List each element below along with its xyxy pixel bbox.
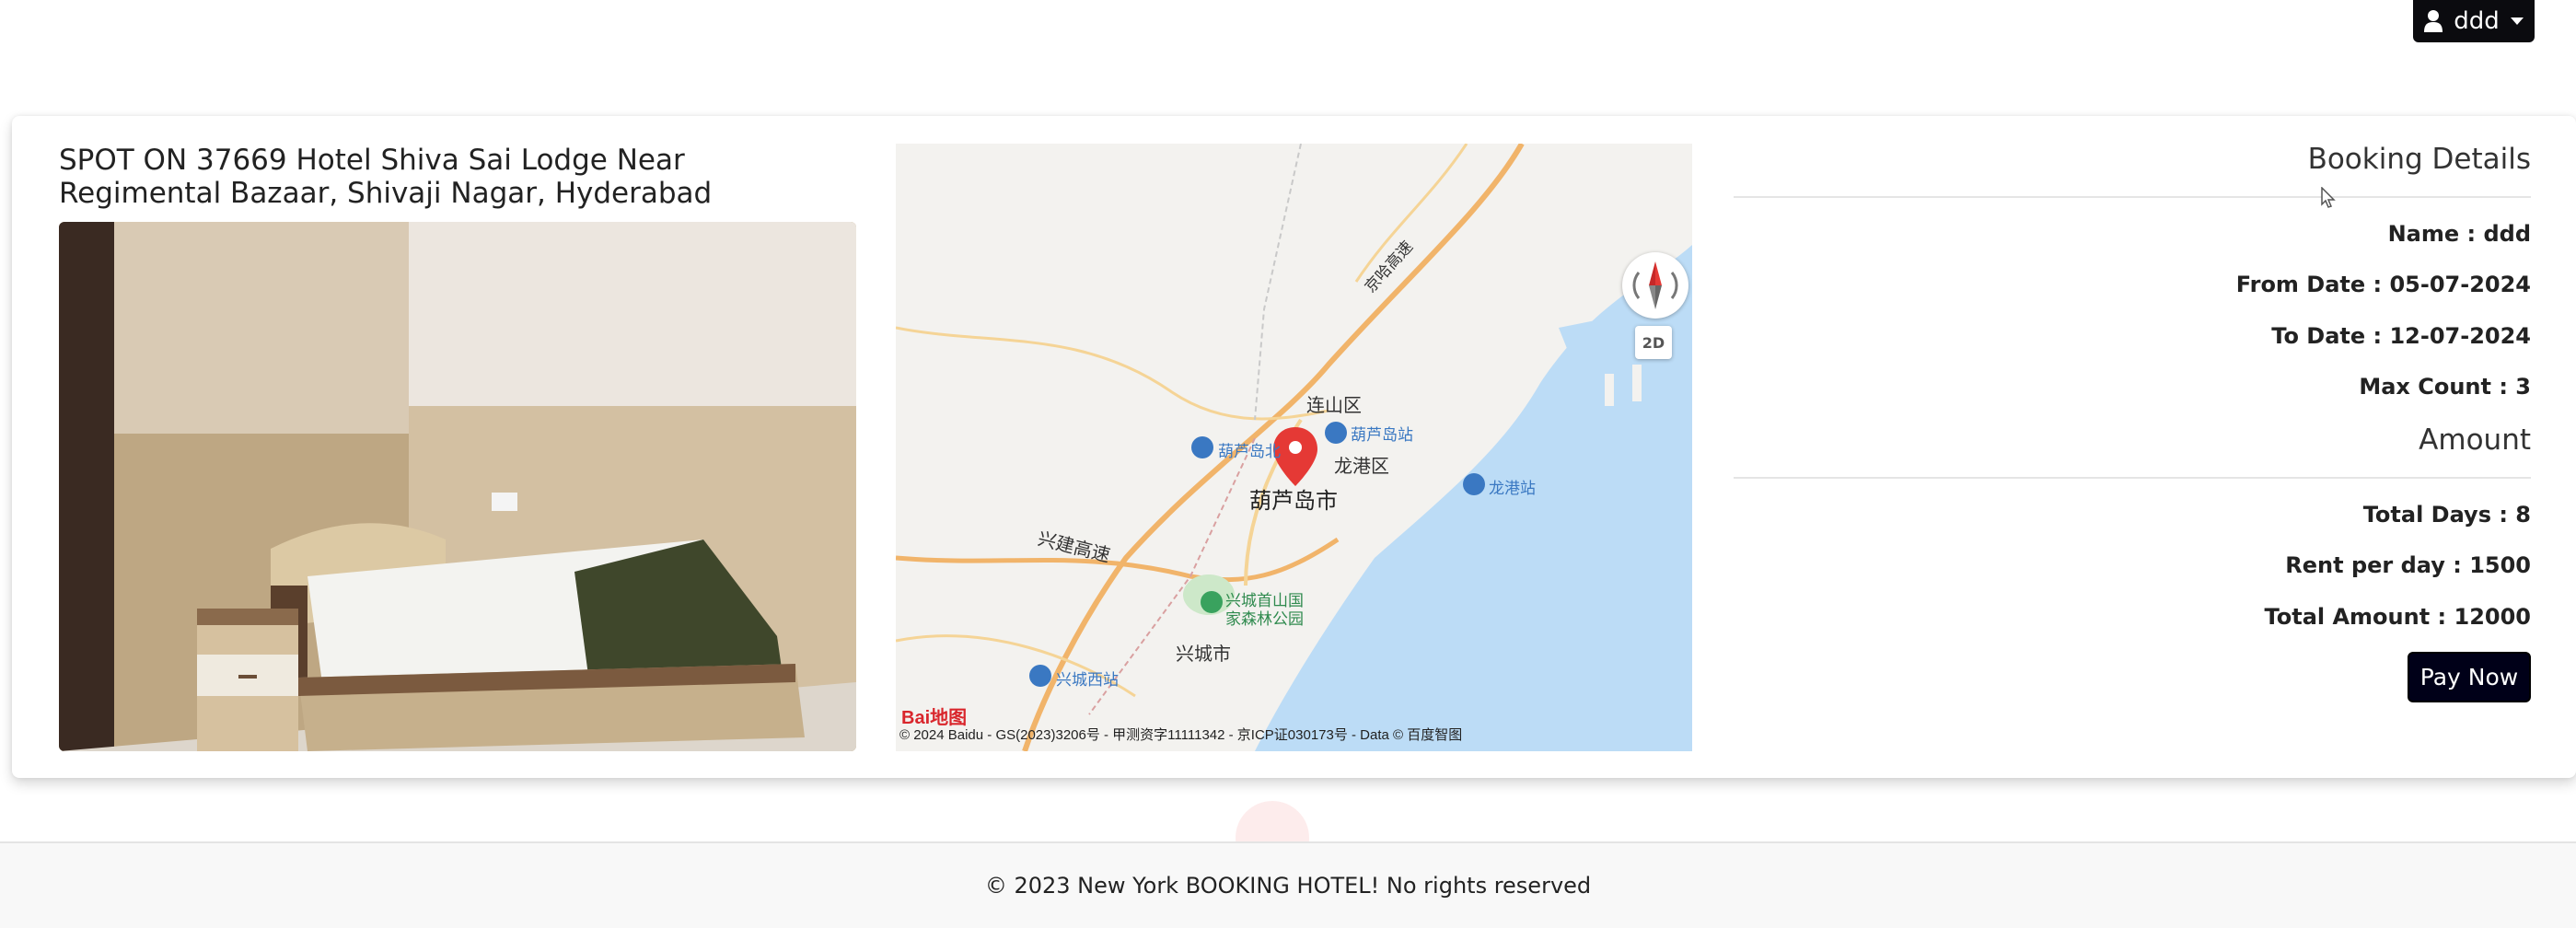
map-label-huludao-city: 葫芦岛市 <box>1249 488 1338 514</box>
chevron-down-icon <box>2510 17 2524 25</box>
booking-max-count: Max Count : 3 <box>2359 374 2531 400</box>
booking-to-date: To Date : 12-07-2024 <box>2271 323 2531 349</box>
username-label: ddd <box>2454 7 2500 35</box>
total-amount: Total Amount : 12000 <box>2264 604 2531 630</box>
map-label-huludao-north: 葫芦岛北 <box>1218 443 1281 461</box>
map-label-xingcheng-west: 兴城西站 <box>1056 671 1119 690</box>
pay-now-button[interactable]: Pay Now <box>2408 652 2531 702</box>
map-copyright: © 2024 Baidu - GS(2023)3206号 - 甲测资字11111… <box>899 727 1463 743</box>
user-menu-button[interactable]: ddd <box>2413 0 2535 42</box>
map-2d-button[interactable]: 2D <box>1635 326 1672 359</box>
rent-per-day: Rent per day : 1500 <box>2285 552 2531 578</box>
map-label-huludao-station: 葫芦岛站 <box>1351 426 1413 445</box>
map-label-forest-park-2: 家森林公园 <box>1225 610 1304 629</box>
booking-name: Name : ddd <box>2387 221 2531 247</box>
hotel-room-photo <box>59 222 856 751</box>
booking-from-date: From Date : 05-07-2024 <box>2235 272 2531 297</box>
footer-text: © 2023 New York BOOKING HOTEL! No rights… <box>984 873 1592 899</box>
map-label-lianshan: 连山区 <box>1306 394 1362 416</box>
mouse-cursor-icon <box>2321 187 2336 208</box>
map-label-xingcheng-city: 兴城市 <box>1176 643 1231 665</box>
booking-divider <box>1734 196 2531 198</box>
map-compass-icon[interactable] <box>1622 252 1688 319</box>
user-icon <box>2424 10 2443 32</box>
booking-details-heading: Booking Details <box>2307 143 2531 176</box>
total-days: Total Days : 8 <box>2362 502 2531 528</box>
map-label-longgang-station: 龙港站 <box>1489 480 1536 498</box>
footer: © 2023 New York BOOKING HOTEL! No rights… <box>0 841 2576 928</box>
hotel-title: SPOT ON 37669 Hotel Shiva Sai Lodge Near… <box>59 144 713 210</box>
map-label-longgang: 龙港区 <box>1334 455 1389 477</box>
location-map[interactable]: 连山区 葫芦岛站 葫芦岛北 龙港区 葫芦岛市 龙港站 兴建高速 兴城首山国 家森… <box>896 144 1692 751</box>
amount-divider <box>1734 477 2531 479</box>
amount-heading: Amount <box>2419 423 2531 457</box>
